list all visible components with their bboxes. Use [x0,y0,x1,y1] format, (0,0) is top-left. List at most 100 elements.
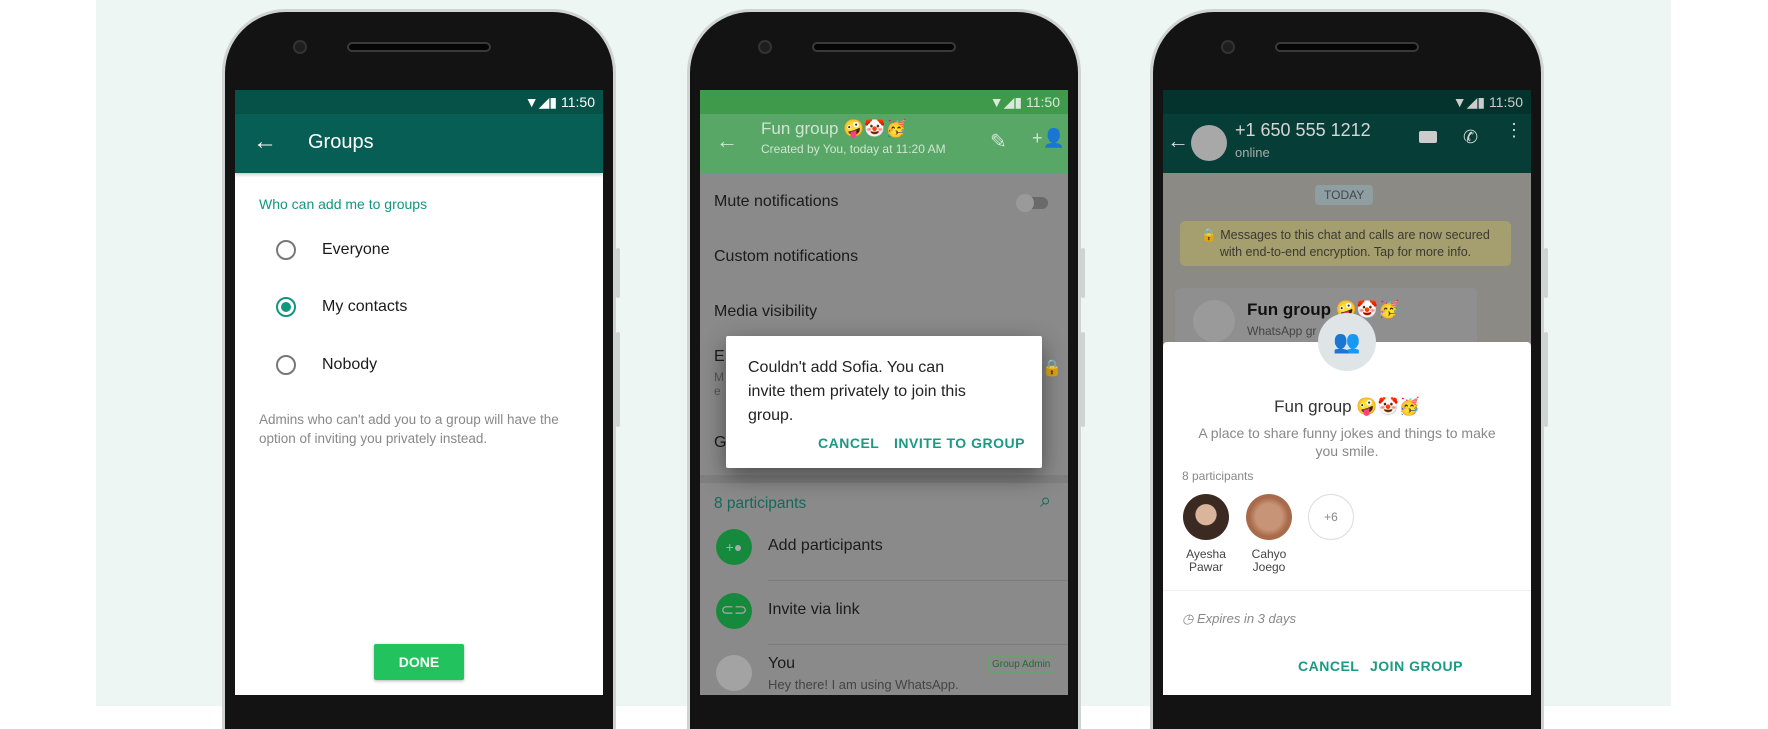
group-settings-row[interactable]: G [714,434,726,452]
member-name: Cahyo Joego [1229,548,1309,574]
status-time: 11:50 [561,94,595,110]
cancel-button[interactable]: CANCEL [818,435,879,451]
divider [768,644,1068,645]
text: A place to share funny jokes and things … [1198,425,1496,441]
clock-icon: ◷ [1182,611,1197,626]
status-bar: ▼◢▮ 11:50 [235,90,603,114]
text: Couldn't add Sofia. You can [748,359,945,376]
group-subtitle: Created by You, today at 11:20 AM [761,142,946,156]
side-button [616,332,620,427]
note-line: Admins who can't add you to a group will… [259,412,559,427]
cancel-button[interactable]: CANCEL [1298,658,1359,674]
add-person-icon[interactable]: +👤 [1032,128,1065,149]
phone-groups-privacy: ▼◢▮ 11:50 ← Groups Who can add me to gro… [222,9,620,729]
group-invite-sheet: Fun group 🤪🤡🥳 A place to share funny jok… [1163,342,1531,695]
item-label: Invite via link [768,601,860,618]
phone-call-icon[interactable]: ✆ [1463,127,1478,148]
side-button [1081,248,1085,298]
item-label: Add participants [768,537,883,554]
media-visibility-row[interactable]: Media visibility [714,303,817,321]
text: group. [748,407,794,424]
option-label: My contacts [322,298,408,315]
member-avatar [1183,494,1229,540]
status-bar: ▼◢▮ 11:50 [700,90,1068,114]
mute-toggle[interactable] [1016,194,1048,212]
status-time: 11:50 [1489,94,1523,110]
done-button[interactable]: DONE [374,644,464,680]
note-line: option of inviting you privately instead… [259,431,488,446]
more-participants[interactable]: +6 [1308,494,1354,540]
radio-button[interactable] [276,240,296,260]
invite-to-group-button[interactable]: INVITE TO GROUP [894,435,1025,451]
expiry-text: Expires in 3 days [1196,611,1296,626]
option-label: Nobody [322,356,378,373]
text: you smile. [1315,443,1379,459]
text: Joego [1252,560,1286,574]
edit-pencil-icon[interactable]: ✎ [990,129,1007,154]
help-note: Admins who can't add you to a group will… [259,410,559,448]
contact-number[interactable]: +1 650 555 1212 [1235,120,1371,141]
radio-button[interactable] [276,355,296,375]
speaker [347,42,491,52]
avatar [716,655,752,691]
side-button [1544,332,1548,427]
toggle-knob [1016,194,1034,212]
phone-chat-invite: ▼◢▮ 11:50 ← +1 650 555 1212 online ✆ ⋮ T… [1150,9,1548,729]
lock-icon: 🔒 [1042,360,1062,377]
search-icon[interactable]: ⌕ [1040,490,1051,513]
page-title: Groups [308,131,374,153]
status-bar: ▼◢▮ 11:50 [1163,90,1531,114]
text: e [714,384,721,398]
speaker [812,42,956,52]
side-button [1544,248,1548,298]
add-person-icon: +● [716,529,752,565]
camera [1221,40,1235,54]
member-avatar [1246,494,1292,540]
divider [768,580,1068,581]
more-options-icon[interactable]: ⋮ [1505,121,1523,139]
radio-button-selected[interactable] [276,297,296,317]
bubble-subtitle: WhatsApp gr [1247,324,1317,338]
participants-heading: 8 participants [714,495,807,512]
date-chip: TODAY [1315,185,1374,205]
speaker [1275,42,1419,52]
camera [758,40,772,54]
text: with end-to-end encryption. Tap for more… [1219,245,1472,259]
divider [1163,590,1531,591]
group-avatar [1193,300,1235,342]
group-title: Fun group 🤪🤡🥳 [761,119,907,138]
status-time: 11:50 [1026,94,1060,110]
back-arrow-icon[interactable]: ← [1167,128,1189,154]
back-arrow-icon[interactable]: ← [253,128,277,156]
participant-name: You [768,655,795,672]
text: invite them privately to join this [748,383,966,400]
back-arrow-icon[interactable]: ← [716,128,738,154]
encryption-subtext: Me [714,370,724,398]
custom-notifications-row[interactable]: Custom notifications [714,248,858,266]
status-icons: ▼◢▮ [1452,94,1489,110]
text: M [714,370,724,384]
screen: ▼◢▮ 11:50 ← Groups Who can add me to gro… [235,90,603,695]
section-heading: Who can add me to groups [259,196,428,212]
chat-header: ← +1 650 555 1212 online ✆ ⋮ [1163,114,1531,173]
join-group-button[interactable]: JOIN GROUP [1370,658,1463,674]
encryption-row[interactable]: E [714,348,725,366]
app-bar: ← Groups [235,114,603,173]
status-icons: ▼◢▮ [989,94,1026,110]
phone-group-info: ▼◢▮ 11:50 ← Fun group 🤪🤡🥳 Created by You… [687,9,1085,729]
status-icons: ▼◢▮ [524,94,561,110]
group-admin-badge: Group Admin [988,656,1055,673]
video-call-icon[interactable] [1419,131,1437,143]
encryption-notice[interactable]: 🔒 Messages to this chat and calls are no… [1180,221,1511,266]
contact-avatar[interactable] [1191,125,1227,161]
expiry: ◷ Expires in 3 days [1182,611,1296,627]
couldnt-add-dialog: Couldn't add Sofia. You can invite them … [726,336,1042,468]
side-button [616,248,620,298]
mute-notifications-row[interactable]: Mute notifications [714,193,839,211]
side-button [1081,332,1085,427]
presence-status: online [1235,145,1270,160]
lock-icon: 🔒 [1201,228,1221,242]
text: Messages to this chat and calls are now … [1220,228,1490,242]
screen: ▼◢▮ 11:50 ← +1 650 555 1212 online ✆ ⋮ T… [1163,90,1531,695]
link-icon: ⊂⊃ [716,593,752,629]
